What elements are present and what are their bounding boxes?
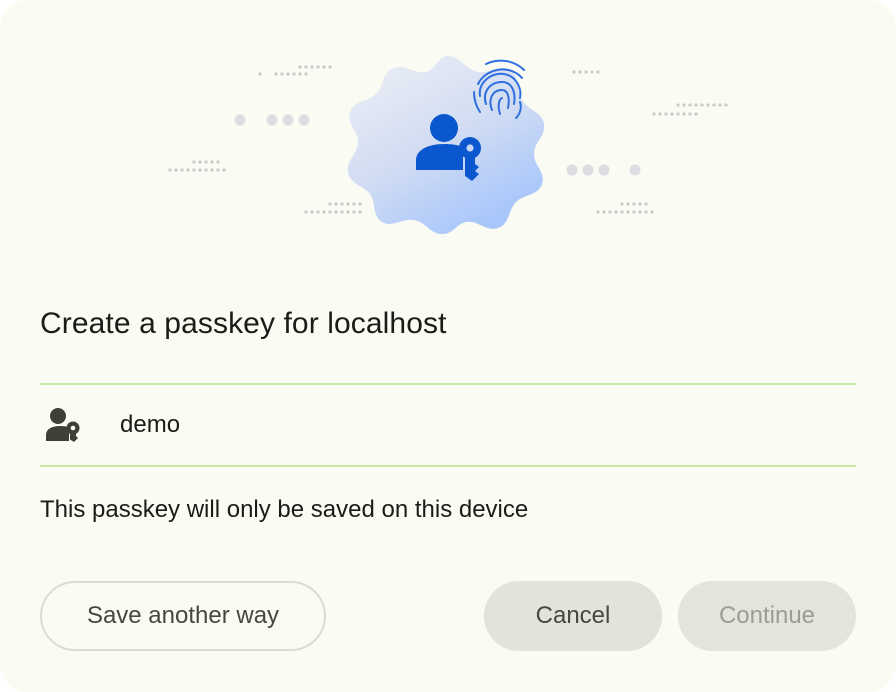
passkey-illustration <box>0 0 896 260</box>
passkey-dialog: Create a passkey for localhost demo This… <box>0 0 896 692</box>
account-name: demo <box>120 411 181 438</box>
continue-button[interactable]: Continue <box>678 581 856 651</box>
save-another-way-button[interactable]: Save another way <box>40 581 326 651</box>
passkey-user-icon <box>40 403 84 447</box>
divider-bottom <box>40 465 856 467</box>
cancel-button[interactable]: Cancel <box>484 581 662 651</box>
device-only-note: This passkey will only be saved on this … <box>40 496 529 523</box>
account-row: demo <box>40 385 856 465</box>
dialog-title: Create a passkey for localhost <box>40 307 447 340</box>
